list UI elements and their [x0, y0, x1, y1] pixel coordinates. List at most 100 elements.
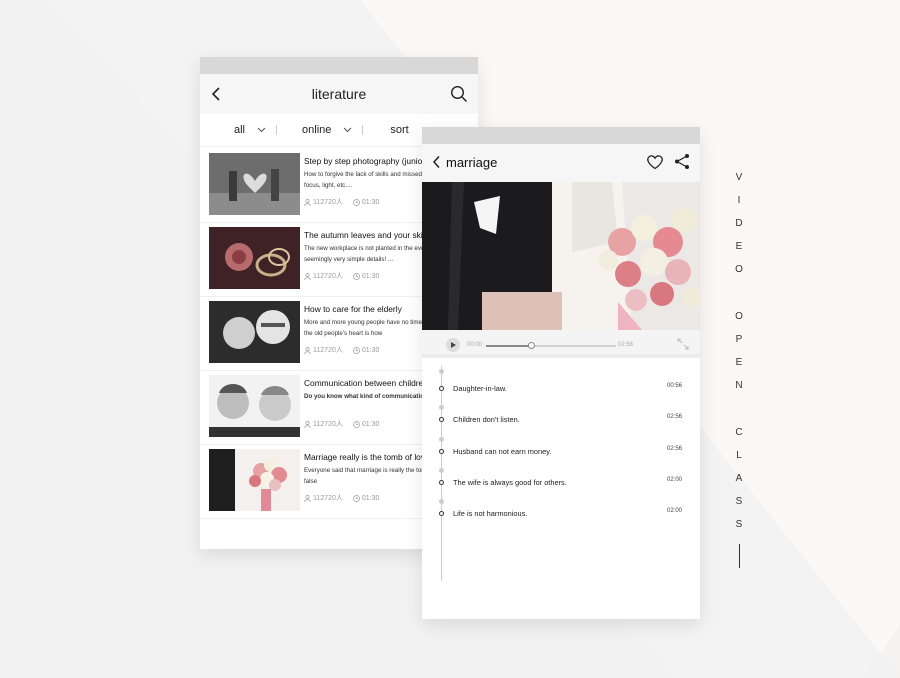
timeline-dot [439, 369, 444, 374]
view-count: 112720人 [313, 347, 343, 354]
filter-label: all [234, 124, 246, 136]
status-bar [200, 57, 478, 74]
timeline-dot [439, 468, 444, 473]
thumbnail-elderly [209, 301, 300, 363]
timeline-dot [439, 499, 444, 504]
chapter-time: 02:56 [666, 414, 682, 420]
play-button[interactable] [446, 338, 460, 352]
progress-track[interactable] [486, 342, 616, 349]
side-letter: S [735, 519, 743, 530]
chapter-item[interactable]: Children don't listen. 02:56 [422, 414, 700, 428]
side-letter: C [735, 427, 743, 438]
chapter-item[interactable]: The wife is always good for others. 02:0… [422, 477, 700, 491]
item-meta: 112720人 01:30 [304, 197, 379, 207]
back-icon[interactable] [432, 155, 442, 169]
side-title: V I D E O O P E N C L A S S [733, 172, 745, 568]
chapter-dot [439, 511, 444, 516]
side-letter: A [735, 473, 743, 484]
progress-fill [486, 345, 532, 347]
duration: 01:30 [361, 346, 380, 354]
chapter-title: Children don't listen. [453, 415, 520, 424]
side-letter: N [735, 380, 743, 391]
chapter-time: 02:00 [666, 477, 682, 483]
chapter-title: Life is not harmonious. [453, 509, 528, 518]
progress-knob[interactable] [528, 342, 535, 349]
timeline-dot [439, 437, 444, 442]
item-meta: 112720人 01:30 [304, 493, 379, 503]
play-icon [451, 342, 456, 348]
chapter-item[interactable]: Husband can not earn money. 02:56 [422, 446, 700, 460]
divider [362, 125, 364, 135]
item-meta: 112720人 01:30 [304, 419, 379, 429]
video-detail-screen: marriage 00:00 02:56 Daughter-in-law. 00… [422, 127, 700, 619]
nav-bar: literature [200, 74, 478, 114]
filter-sort[interactable]: sort [390, 124, 408, 136]
view-count: 112720人 [313, 199, 343, 206]
side-letter: E [735, 357, 743, 368]
chevron-down-icon [344, 127, 352, 133]
item-meta: 112720人 01:30 [304, 271, 379, 281]
share-icon[interactable] [674, 153, 690, 170]
chapter-title: Daughter-in-law. [453, 384, 507, 393]
status-bar [422, 127, 700, 144]
page-title: marriage [446, 155, 498, 170]
chapter-timeline: Daughter-in-law. 00:56 Children don't li… [422, 358, 700, 618]
clock-icon [352, 420, 360, 428]
user-icon [304, 272, 311, 280]
nav-bar: marriage [422, 144, 700, 182]
duration: 01:30 [361, 494, 380, 502]
clock-icon [352, 272, 360, 280]
user-icon [304, 420, 311, 428]
chapter-item[interactable]: Daughter-in-law. 00:56 [422, 383, 700, 397]
thumbnail-rose-rings [209, 227, 300, 289]
view-count: 112720人 [313, 273, 343, 280]
side-letter: L [736, 450, 742, 461]
side-letter: P [735, 334, 743, 345]
video-frame[interactable] [422, 182, 700, 330]
chapter-time: 00:56 [666, 383, 682, 389]
side-line [738, 544, 740, 568]
clock-icon [352, 494, 360, 502]
total-time: 02:56 [618, 342, 634, 348]
chapter-dot [439, 480, 444, 485]
timeline-dot [439, 405, 444, 410]
timeline-line [441, 366, 442, 581]
filter-online[interactable]: online [302, 124, 352, 136]
chapter-title: Husband can not earn money. [453, 447, 552, 456]
view-count: 112720人 [313, 495, 343, 502]
user-icon [304, 494, 311, 502]
chapter-dot [439, 386, 444, 391]
chapter-title: The wife is always good for others. [453, 478, 567, 487]
filter-label: online [302, 124, 332, 136]
side-letter: I [737, 195, 741, 206]
thumbnail-children [209, 375, 300, 437]
thumbnail-heart-couple [209, 153, 300, 215]
user-icon [304, 346, 311, 354]
duration: 01:30 [361, 198, 380, 206]
duration: 01:30 [361, 272, 380, 280]
player-controls: 00:00 02:56 [422, 330, 700, 358]
side-letter: O [735, 311, 743, 322]
search-icon[interactable] [450, 85, 468, 103]
filter-all[interactable]: all [234, 124, 266, 136]
chapter-time: 02:00 [666, 508, 682, 514]
filter-label: sort [390, 124, 409, 136]
back-icon[interactable] [210, 86, 224, 102]
current-time: 00:00 [467, 342, 483, 348]
chapter-dot [439, 417, 444, 422]
side-letter: V [735, 172, 743, 183]
page-title: literature [311, 86, 367, 102]
chevron-down-icon [257, 127, 266, 133]
side-letter: O [735, 264, 743, 275]
thumbnail-bouquet [209, 449, 300, 511]
heart-icon[interactable] [646, 154, 664, 170]
view-count: 112720人 [313, 421, 343, 428]
side-letter: D [735, 218, 743, 229]
chapter-item[interactable]: Life is not harmonious. 02:00 [422, 508, 700, 522]
fullscreen-icon[interactable] [676, 337, 690, 351]
chapter-time: 02:56 [666, 446, 682, 452]
duration: 01:30 [361, 420, 380, 428]
item-meta: 112720人 01:30 [304, 345, 379, 355]
clock-icon [352, 198, 360, 206]
side-letter: S [735, 496, 743, 507]
